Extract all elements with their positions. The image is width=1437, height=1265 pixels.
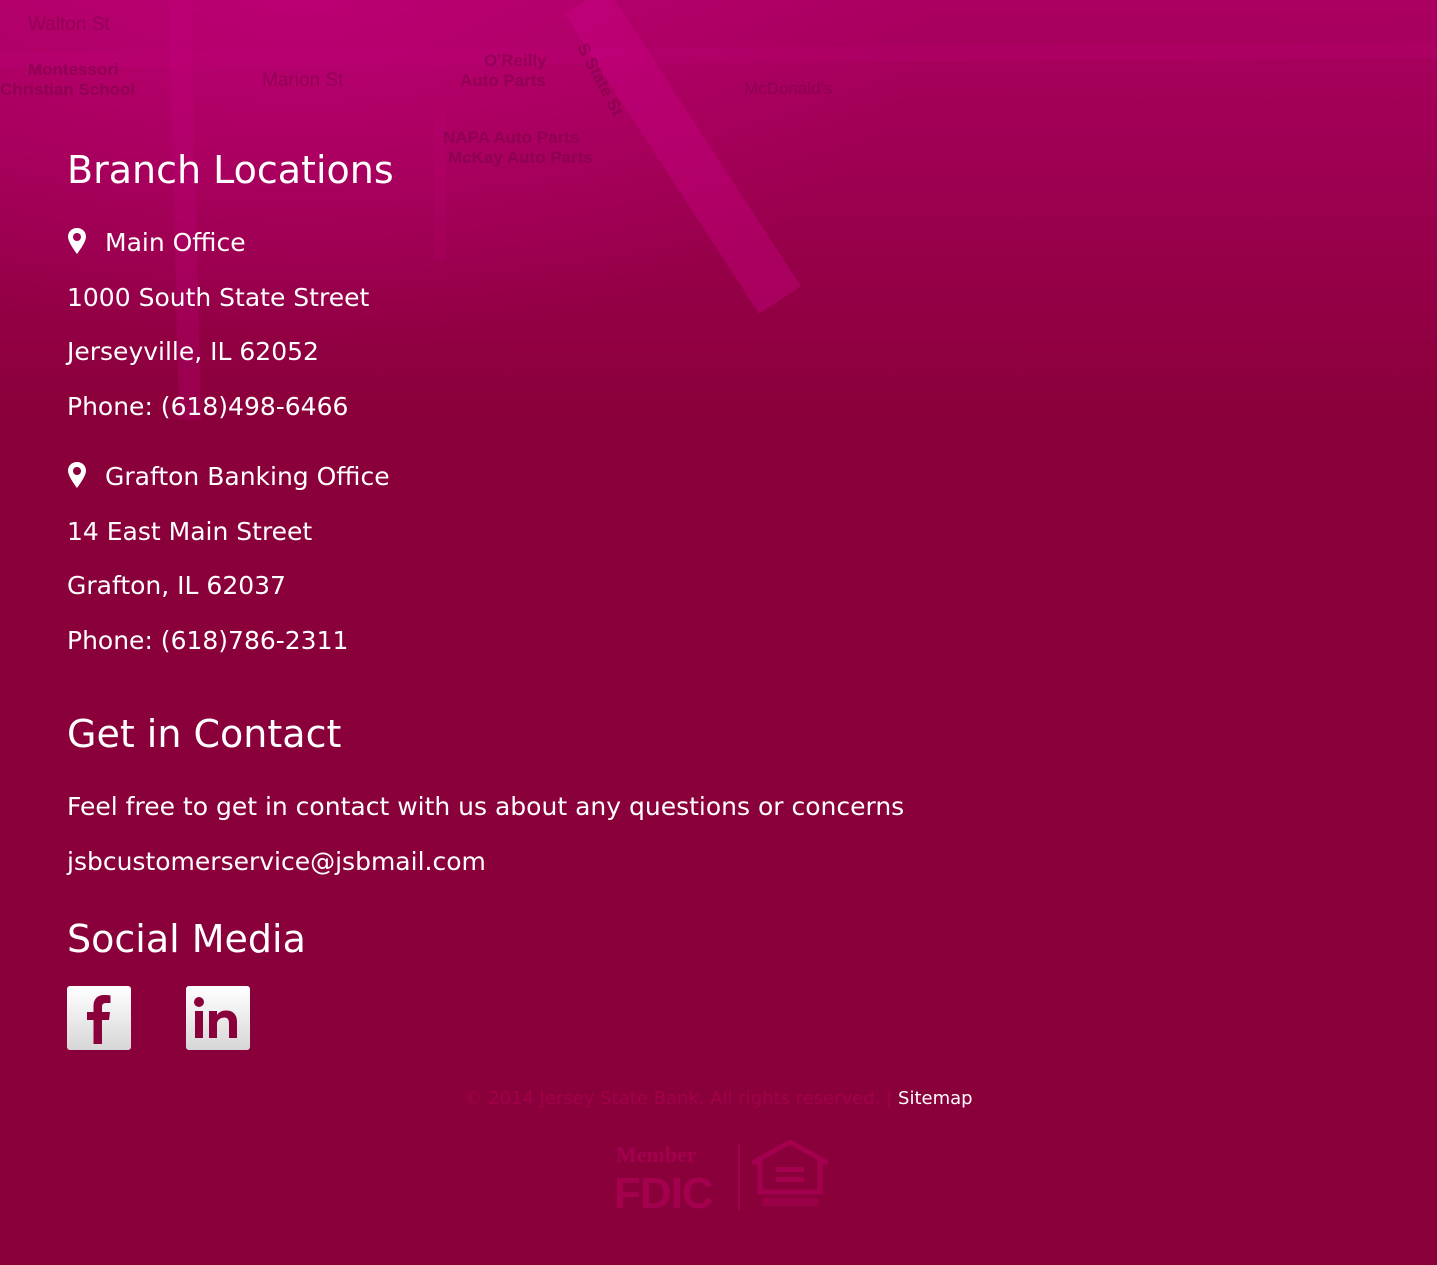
office-name-grafton: Grafton Banking Office xyxy=(67,462,390,494)
office-city: Grafton, IL 62037 xyxy=(67,571,286,600)
office-phone: Phone: (618)498-6466 xyxy=(67,392,349,421)
branch-heading: Branch Locations xyxy=(67,148,394,192)
sitemap-link[interactable]: Sitemap xyxy=(898,1088,973,1109)
map-label: McDonald's xyxy=(744,79,833,98)
office-city: Jerseyville, IL 62052 xyxy=(67,337,319,366)
map-label: NAPA Auto Parts xyxy=(443,128,580,147)
linkedin-icon[interactable] xyxy=(186,986,250,1050)
map-pin-icon xyxy=(67,462,93,494)
member-badges: Member FDIC xyxy=(614,1140,829,1218)
contact-email-link[interactable]: jsbcustomerservice@jsbmail.com xyxy=(67,847,486,876)
office-name-main: Main Office xyxy=(67,228,246,260)
map-label: Christian School xyxy=(0,80,136,99)
copyright-text: © 2014 Jersey State Bank. All rights res… xyxy=(464,1088,893,1109)
map-label: McKay Auto Parts xyxy=(448,148,593,167)
facebook-icon[interactable] xyxy=(67,986,131,1050)
map-label: Montessori xyxy=(28,60,119,79)
fdic-member-text: Member xyxy=(616,1142,697,1167)
office-address: 14 East Main Street xyxy=(67,517,313,546)
equal-housing-lender-icon xyxy=(752,1140,828,1206)
map-label: O'Reilly xyxy=(484,51,547,70)
map-label: Auto Parts xyxy=(460,71,546,90)
footer-copyright-row: © 2014 Jersey State Bank. All rights res… xyxy=(0,1088,1437,1109)
map-pin-icon xyxy=(67,228,93,260)
map-label: Marion St xyxy=(262,70,344,91)
office-phone: Phone: (618)786-2311 xyxy=(67,626,349,655)
office-name-label: Main Office xyxy=(105,228,246,257)
office-address: 1000 South State Street xyxy=(67,283,370,312)
fdic-text: FDIC xyxy=(614,1169,713,1212)
map-label: Walton St xyxy=(28,14,110,35)
office-name-label: Grafton Banking Office xyxy=(105,462,390,491)
contact-text: Feel free to get in contact with us abou… xyxy=(67,792,905,821)
contact-heading: Get in Contact xyxy=(67,712,342,756)
social-heading: Social Media xyxy=(67,917,306,961)
